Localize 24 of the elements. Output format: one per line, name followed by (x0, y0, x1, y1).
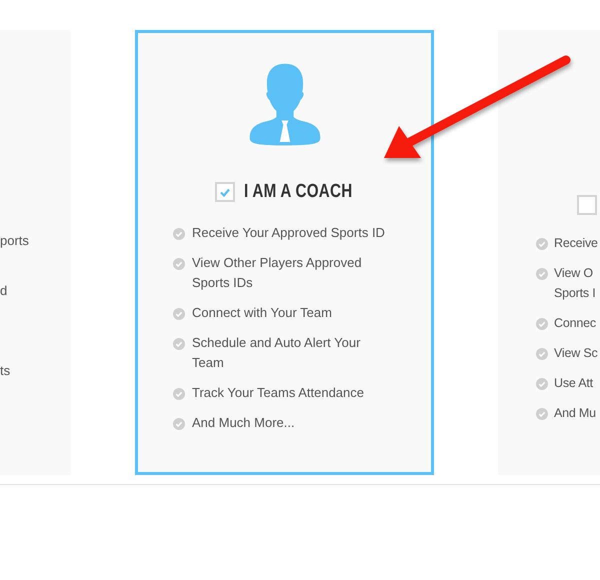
checkbox[interactable] (214, 182, 235, 202)
card-title: I AM A COACH (244, 181, 352, 203)
feature-text: Use Att (554, 375, 593, 392)
checkbox[interactable] (577, 195, 597, 215)
feature-text: Sports I (554, 285, 596, 302)
plan-card[interactable]: ports d ts (0, 30, 71, 475)
feature-text: And Mu (554, 405, 596, 422)
feature-text: Receive (554, 235, 598, 252)
feature-text: d (0, 282, 8, 300)
feature-text: View Other Players Approved (192, 254, 362, 272)
feature-text: Connect with Your Team (192, 304, 332, 322)
feature-text: Connec (554, 315, 596, 332)
feature-text: And Much More... (192, 414, 295, 432)
feature-text: View Sc (554, 345, 598, 362)
feature-text: View O (554, 265, 594, 282)
feature-text: Sports IDs (192, 274, 254, 292)
plan-card[interactable]: Receive View O Sports I Connec View Sc Use Att And Mu (498, 30, 600, 475)
feature-text: ports (0, 232, 29, 250)
plan-card[interactable]: I AM A COACH Receive Your Approved Sports ID View Other Players Approved Sports IDs Connect with Your Team Schedule and Auto Alert Your Team Track Your Teams Attendance And Much More... (135, 30, 434, 475)
feature-text: Receive Your Approved Sports ID (192, 224, 385, 242)
feature-text: ts (0, 362, 10, 380)
feature-text: Team (192, 354, 225, 372)
feature-text: Track Your Teams Attendance (192, 384, 364, 402)
feature-text: Schedule and Auto Alert Your (192, 334, 360, 352)
